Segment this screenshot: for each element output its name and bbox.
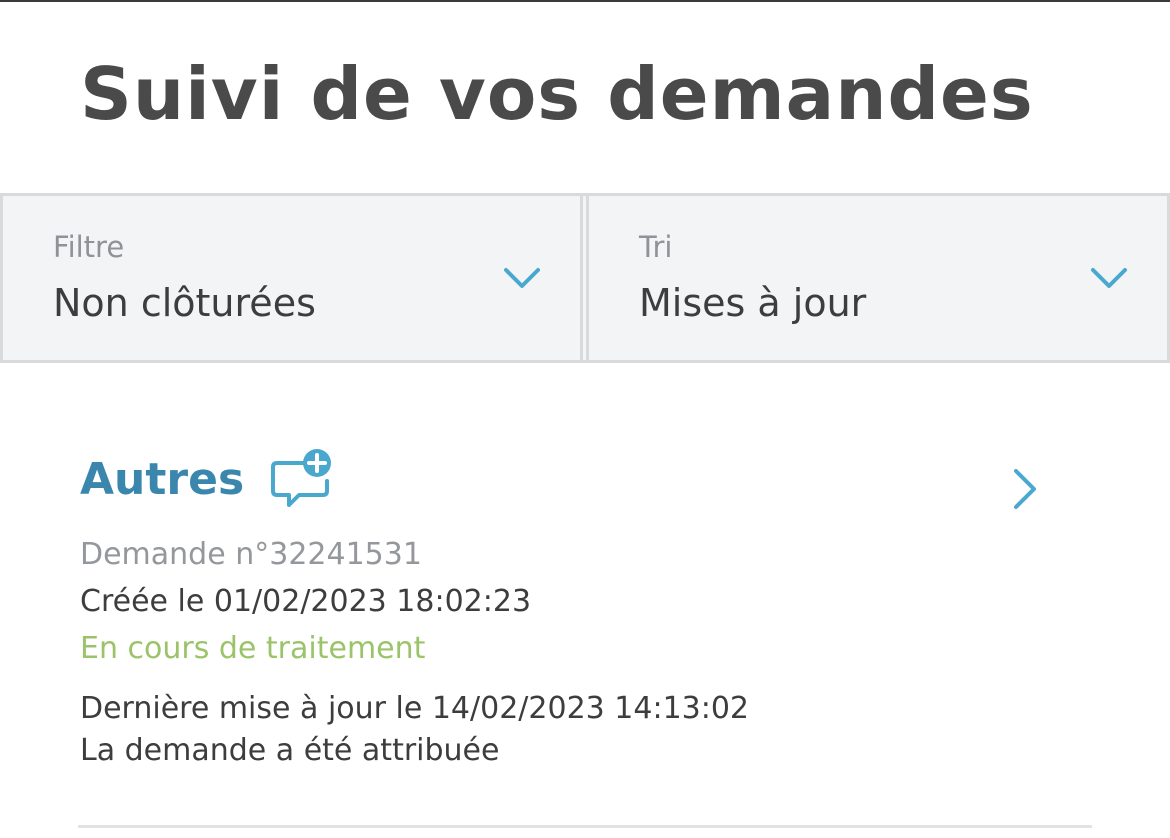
filter-label: Filtre — [53, 230, 125, 264]
chevron-right-icon[interactable] — [1010, 467, 1038, 511]
request-update-message: La demande a été attribuée — [80, 733, 500, 768]
card-divider — [78, 825, 1092, 828]
chat-plus-icon — [271, 449, 332, 507]
filter-value: Non clôturées — [53, 281, 316, 325]
chevron-down-icon — [504, 268, 540, 288]
sort-label: Tri — [639, 230, 673, 264]
request-created-date: Créée le 01/02/2023 18:02:23 — [80, 584, 532, 619]
sort-dropdown[interactable]: Tri Mises à jour — [586, 196, 1170, 360]
request-title-row: Autres — [80, 447, 335, 517]
request-category: Autres — [80, 453, 245, 505]
page-title: Suivi de vos demandes — [80, 52, 1034, 136]
filter-bar: Filtre Non clôturées Tri Mises à jour — [0, 193, 1170, 363]
request-card[interactable]: Autres Demande n°32241531 Créée le 01/02… — [0, 363, 1170, 838]
request-status: En cours de traitement — [80, 631, 426, 666]
filter-dropdown[interactable]: Filtre Non clôturées — [0, 196, 583, 360]
request-number: Demande n°32241531 — [80, 537, 422, 572]
chevron-down-icon — [1091, 268, 1127, 288]
request-last-update: Dernière mise à jour le 14/02/2023 14:13… — [80, 691, 750, 726]
sort-value: Mises à jour — [639, 281, 867, 325]
top-divider — [0, 0, 1170, 2]
